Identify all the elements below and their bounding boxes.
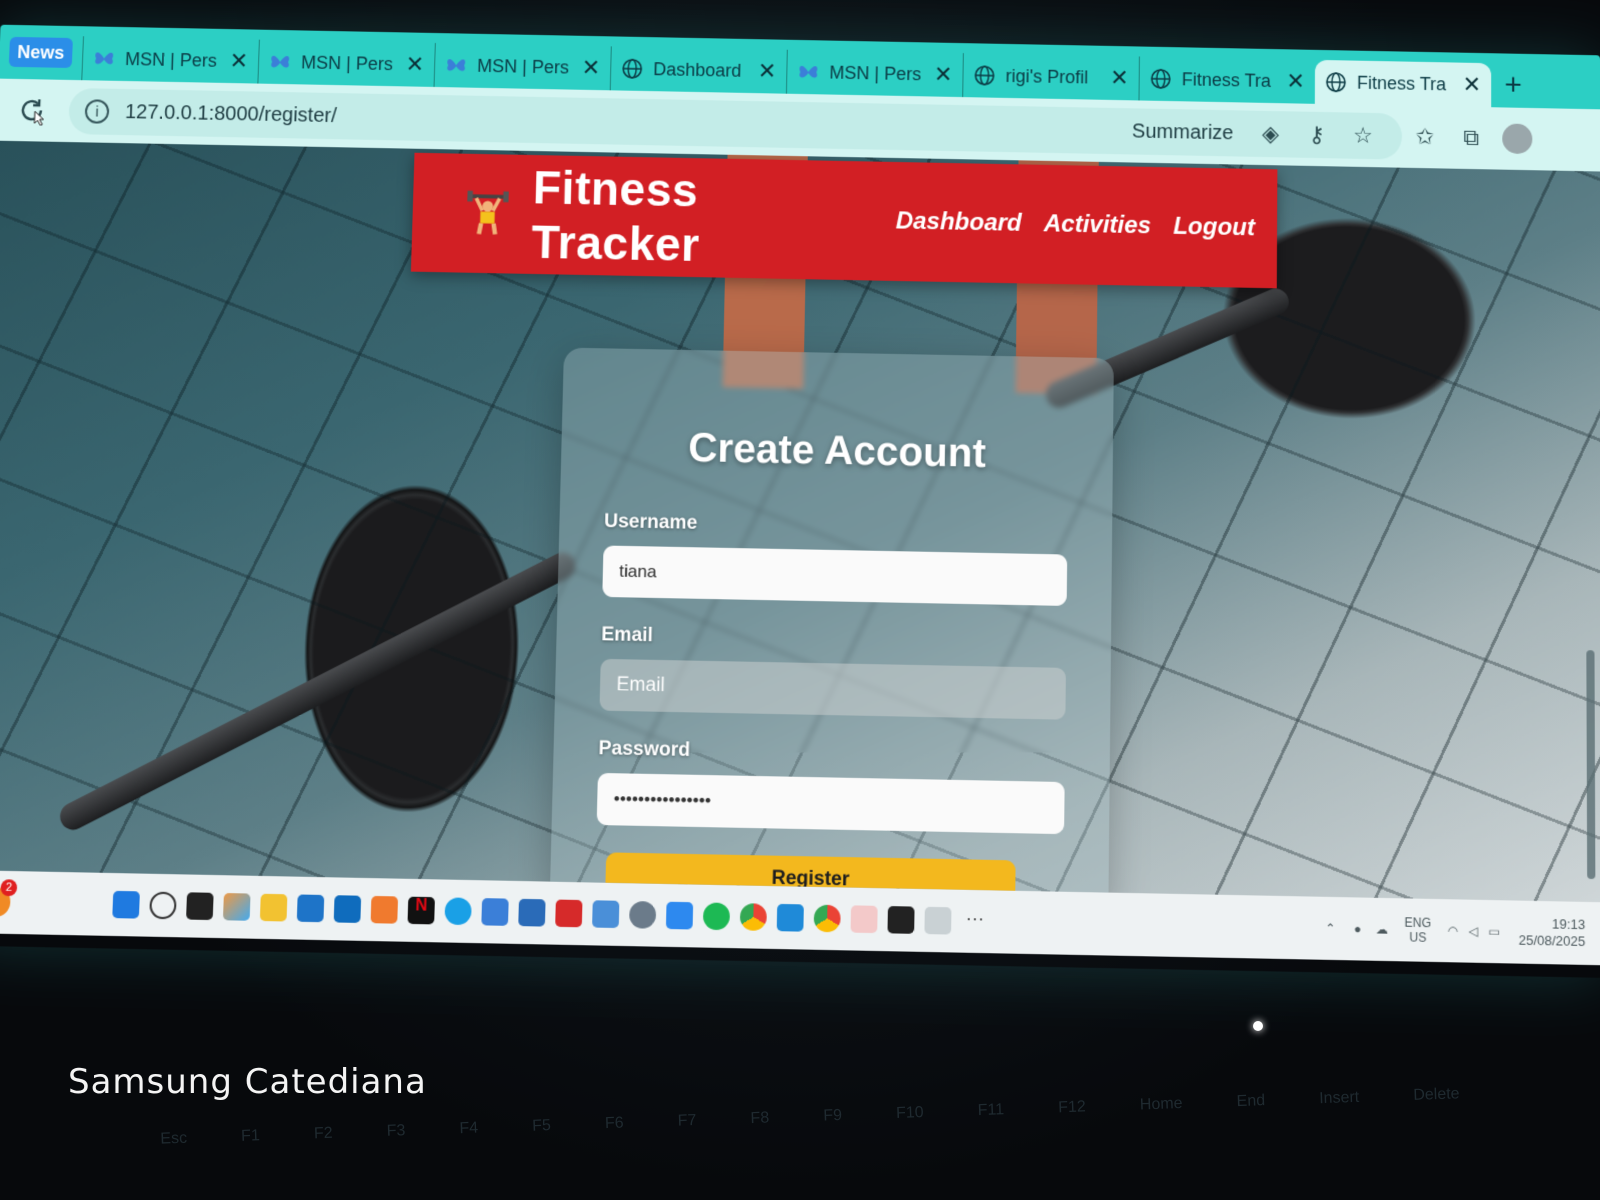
- site-navbar: Fitness Tracker Dashboard Activities Log…: [410, 152, 1278, 289]
- copilot-icon[interactable]: ◈: [1257, 121, 1283, 148]
- remote-desktop-icon[interactable]: [592, 900, 620, 929]
- close-icon[interactable]: ✕: [582, 55, 601, 81]
- settings-icon[interactable]: [628, 900, 657, 929]
- copilot-app-icon[interactable]: [222, 893, 251, 921]
- wifi-icon[interactable]: ◠: [1448, 923, 1459, 938]
- close-icon[interactable]: ✕: [1110, 65, 1129, 91]
- tray-app-icon[interactable]: ●: [1354, 922, 1361, 937]
- page-scrollbar[interactable]: [1586, 650, 1596, 880]
- search-icon[interactable]: [149, 891, 177, 920]
- msn-app-icon[interactable]: [481, 898, 509, 926]
- url-text: 127.0.0.1:8000/register/: [124, 100, 338, 127]
- monitor-screen: News MSN | Pers ✕ MSN | Pers ✕ MSN | Per…: [0, 24, 1600, 978]
- form-title: Create Account: [687, 425, 987, 477]
- browser-tab[interactable]: Fitness Tra ✕: [1138, 56, 1316, 104]
- msn-butterfly-icon: [269, 51, 292, 73]
- tray-cloud-icon[interactable]: ☁: [1376, 922, 1388, 937]
- site-brand[interactable]: Fitness Tracker: [531, 160, 843, 275]
- browser-tab[interactable]: rigi's Profil ✕: [962, 53, 1139, 101]
- volume-icon[interactable]: ◁: [1469, 924, 1478, 939]
- new-tab-button[interactable]: +: [1491, 63, 1535, 108]
- close-icon[interactable]: ✕: [1463, 72, 1481, 98]
- nav-activities-link[interactable]: Activities: [1044, 210, 1152, 240]
- notification-app-icon[interactable]: 2: [0, 879, 18, 918]
- acrobat-icon[interactable]: [555, 899, 583, 928]
- email-label: Email: [601, 623, 654, 647]
- extensions-icon[interactable]: ⧉: [1458, 125, 1484, 152]
- web-page: Fitness Tracker Dashboard Activities Log…: [0, 140, 1600, 903]
- browser-tab[interactable]: Dashboard ✕: [609, 46, 787, 94]
- globe-icon: [1150, 68, 1172, 90]
- profile-avatar[interactable]: [1502, 123, 1533, 155]
- favorites-icon[interactable]: ✩: [1412, 124, 1438, 151]
- reload-icon: [21, 99, 45, 126]
- photo-frame: News MSN | Pers ✕ MSN | Pers ✕ MSN | Per…: [0, 0, 1600, 1200]
- msn-butterfly-icon: [93, 47, 116, 69]
- calculator-icon[interactable]: [665, 901, 694, 930]
- store-icon[interactable]: [296, 894, 325, 923]
- close-icon[interactable]: ✕: [405, 51, 424, 77]
- close-icon[interactable]: ✕: [758, 58, 777, 84]
- username-input[interactable]: [602, 545, 1068, 606]
- notification-badge: 2: [0, 879, 18, 897]
- edge-icon[interactable]: [444, 897, 472, 926]
- task-view-icon[interactable]: [186, 892, 214, 921]
- password-input[interactable]: [596, 772, 1065, 835]
- vscode-icon[interactable]: [776, 903, 804, 932]
- browser-tab[interactable]: MSN | Pers ✕: [81, 36, 259, 84]
- register-card: Create Account Username Email Password R…: [549, 347, 1114, 903]
- photo-watermark: Samsung Catediana: [68, 1062, 427, 1102]
- terminal-icon[interactable]: [887, 906, 915, 934]
- nav-logout-link[interactable]: Logout: [1173, 213, 1255, 243]
- battery-icon[interactable]: ▭: [1488, 924, 1500, 939]
- close-icon[interactable]: ✕: [934, 62, 953, 88]
- reload-button[interactable]: [6, 85, 58, 136]
- close-icon[interactable]: ✕: [1286, 68, 1305, 94]
- chevron-up-icon[interactable]: ⌃: [1325, 921, 1335, 936]
- password-label: Password: [598, 737, 691, 762]
- msn-butterfly-icon: [445, 54, 468, 76]
- star-icon[interactable]: ☆: [1350, 123, 1376, 150]
- globe-icon: [1325, 71, 1347, 93]
- more-apps-icon[interactable]: ⋯: [961, 908, 988, 936]
- xampp-icon[interactable]: [370, 895, 399, 924]
- close-icon[interactable]: ✕: [229, 48, 248, 74]
- key-icon[interactable]: ⚷: [1304, 122, 1330, 149]
- browser-tab[interactable]: MSN | Pers ✕: [433, 42, 611, 91]
- spotify-icon[interactable]: [702, 902, 731, 931]
- outlook-icon[interactable]: [333, 895, 362, 923]
- username-label: Username: [603, 510, 698, 534]
- photos-icon[interactable]: [518, 898, 546, 927]
- site-info-icon[interactable]: i: [84, 99, 110, 124]
- windows-start-icon[interactable]: [112, 890, 140, 919]
- chrome-icon[interactable]: [739, 903, 767, 931]
- weightlifter-icon: [467, 190, 509, 239]
- globe-icon: [621, 58, 644, 80]
- browser-tab[interactable]: MSN | Pers ✕: [257, 39, 435, 87]
- news-badge[interactable]: News: [8, 36, 73, 68]
- keyboard-indicator-light: [1253, 1021, 1263, 1031]
- netflix-icon[interactable]: N: [407, 896, 435, 925]
- language-indicator[interactable]: ENG US: [1405, 915, 1432, 945]
- system-tray: ⌃ ● ☁ ENG US ◠ ◁ ▭ 19:13 25/08/2025: [1325, 911, 1585, 950]
- taskbar-clock[interactable]: 19:13 25/08/2025: [1518, 915, 1586, 950]
- globe-icon: [973, 64, 995, 86]
- snipping-tool-icon[interactable]: [924, 906, 952, 935]
- msn-butterfly-icon: [797, 61, 819, 83]
- browser-tab[interactable]: MSN | Pers ✕: [785, 49, 963, 98]
- summarize-button[interactable]: Summarize: [1132, 120, 1234, 145]
- file-explorer-icon[interactable]: [259, 893, 288, 922]
- nav-dashboard-link[interactable]: Dashboard: [895, 207, 1021, 238]
- chrome-profile-icon[interactable]: [813, 904, 841, 933]
- pinned-app-icon[interactable]: [850, 905, 878, 934]
- browser-tab-active[interactable]: Fitness Tra ✕: [1314, 59, 1492, 108]
- email-input[interactable]: [599, 658, 1066, 720]
